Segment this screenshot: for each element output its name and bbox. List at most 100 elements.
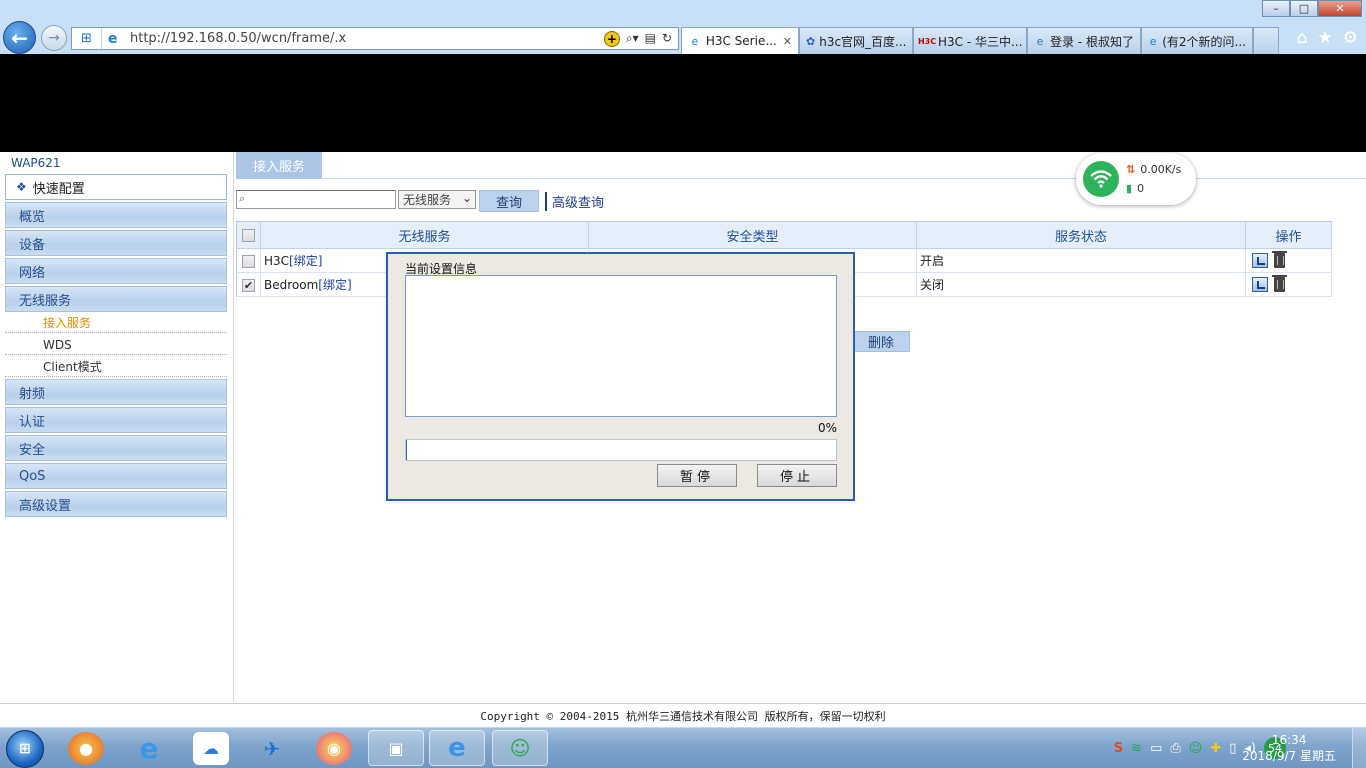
minimize-button[interactable]: –	[1262, 0, 1290, 17]
sidebar-item-security[interactable]: 安全	[5, 435, 227, 461]
progress-dialog: 当前设置信息 0% 暂停 停止	[386, 252, 855, 501]
tab-access-service[interactable]: 接入服务	[236, 152, 322, 179]
tab-close-icon[interactable]: ✕	[783, 35, 792, 48]
dialog-log-area[interactable]	[405, 275, 837, 417]
sogou-input-icon[interactable]: S	[1114, 741, 1123, 756]
remote-desktop-taskbar-button[interactable]: ▣	[368, 730, 424, 766]
wechat-taskbar-button[interactable]: ☺	[492, 730, 548, 766]
pause-button[interactable]: 暂停	[657, 464, 737, 487]
color-balls-app-icon[interactable]: ●	[68, 732, 104, 765]
battery-readout: ▮ 0	[1126, 182, 1145, 195]
tab-h3c-series[interactable]: e H3C Serie... ✕	[681, 27, 799, 54]
bind-link[interactable]: [绑定]	[318, 278, 351, 292]
advanced-query-link[interactable]: 高级查询	[545, 192, 604, 211]
row-actions	[1249, 275, 1331, 292]
address-bar[interactable]: ⊞ e http://192.168.0.50/wcn/frame/.x + ⌕…	[71, 27, 679, 50]
arrow-left-icon: ←	[11, 25, 28, 50]
main-tab-strip: 接入服务	[236, 152, 1366, 179]
tab-baidu[interactable]: ✿ h3c官网_百度...	[799, 27, 913, 54]
addon-tray-icon[interactable]: ✚	[1210, 741, 1221, 756]
chevron-down-icon: ⌄	[461, 191, 472, 205]
refresh-icon[interactable]: ↻	[662, 31, 672, 47]
start-button[interactable]: ⊞	[6, 730, 44, 768]
compat-view-icon[interactable]: ▤	[645, 31, 656, 47]
addon-plus-icon[interactable]: +	[603, 30, 620, 47]
window-controls: – □ ✕	[1262, 0, 1362, 17]
search-icon[interactable]: ⌕▾	[626, 31, 639, 47]
sidebar-item-network[interactable]: 网络	[5, 258, 227, 284]
taskbar: ⊞ ● e ☁ ✈ ◉ ▣ e ☺ S ≋ ▭ ⎙ ☺ ✚ ▯ ◂) 54 16…	[0, 727, 1366, 768]
diamond-icon: ❖	[16, 180, 27, 194]
sidebar-subitem-client-mode[interactable]: Client模式	[5, 357, 227, 377]
maximize-button[interactable]: □	[1290, 0, 1318, 17]
history-dropdown-icon[interactable]: ⊞	[72, 28, 102, 49]
stop-button[interactable]: 停止	[757, 464, 837, 487]
service-type-select[interactable]: 无线服务 ⌄	[398, 190, 476, 209]
row-checkbox[interactable]: ✔	[242, 278, 255, 292]
search-input[interactable]: ⌕	[236, 190, 396, 209]
wechat-tray-icon[interactable]: ☺	[1189, 741, 1203, 756]
browser-app-icon[interactable]: ◉	[316, 732, 352, 765]
forward-button[interactable]: →	[41, 25, 67, 51]
sidebar-item-wireless-service[interactable]: 无线服务	[5, 286, 227, 312]
row-select-cell	[236, 248, 261, 273]
device-tray-icon[interactable]: ▭	[1150, 741, 1162, 756]
battery-icon: ▮	[1126, 182, 1133, 195]
delete-button[interactable]: 删除	[852, 331, 910, 352]
arrow-right-icon: →	[48, 30, 60, 46]
settings-gear-icon[interactable]: ⚙	[1343, 28, 1358, 48]
address-tools: + ⌕▾ ▤ ↻	[603, 30, 678, 47]
show-desktop-button[interactable]	[1352, 728, 1366, 768]
clock[interactable]: 16:34 2018/9/7 星期五	[1242, 732, 1336, 764]
sidebar-item-authentication[interactable]: 认证	[5, 407, 227, 433]
sidebar-item-qos[interactable]: QoS	[5, 463, 227, 489]
col-service-status[interactable]: 服务状态	[916, 221, 1246, 249]
query-button[interactable]: 查询	[479, 190, 539, 212]
wechat-icon: ☺	[509, 736, 531, 760]
sidebar-item-device[interactable]: 设备	[5, 230, 227, 256]
close-button[interactable]: ✕	[1318, 0, 1362, 17]
col-wireless-service[interactable]: 无线服务	[260, 221, 589, 249]
tab-login[interactable]: e 登录 - 根叔知了	[1027, 27, 1141, 54]
ie-icon: e	[448, 733, 466, 763]
url-text[interactable]: http://192.168.0.50/wcn/frame/.x	[130, 31, 604, 46]
bird-app-icon[interactable]: ✈	[254, 732, 290, 765]
select-all-cell	[236, 221, 261, 249]
baidu-netdisk-icon[interactable]: ☁	[193, 732, 229, 765]
ie-icon: e	[1149, 34, 1157, 48]
col-security-type[interactable]: 安全类型	[588, 221, 917, 249]
edit-icon[interactable]	[1252, 253, 1268, 268]
bind-link[interactable]: [绑定]	[289, 254, 322, 268]
sidebar-item-advanced[interactable]: 高级设置	[5, 491, 227, 517]
ie-active-taskbar-button[interactable]: e	[429, 730, 485, 766]
ie-taskbar-icon[interactable]: e	[131, 732, 167, 765]
network-speed-widget[interactable]: ⇅ 0.00K/s ▮ 0	[1076, 153, 1196, 205]
tab-questions[interactable]: e (有2个新的问...	[1141, 27, 1253, 54]
battery-tray-icon[interactable]: ▯	[1229, 741, 1236, 756]
trash-icon[interactable]	[1272, 275, 1287, 292]
sidebar-item-radio[interactable]: 射频	[5, 379, 227, 405]
sidebar-item-overview[interactable]: 概览	[5, 202, 227, 228]
tab-h3c-huasan[interactable]: H3C H3C - 华三中...	[913, 27, 1027, 54]
remote-desktop-icon: ▣	[388, 738, 404, 758]
clock-time: 16:34	[1271, 733, 1307, 747]
sidebar-subitem-wds[interactable]: WDS	[5, 335, 227, 355]
row-actions	[1249, 251, 1331, 268]
home-icon[interactable]: ⌂	[1297, 28, 1308, 48]
new-tab-button[interactable]	[1253, 27, 1279, 54]
sidebar-subitem-access-service[interactable]: 接入服务	[5, 313, 227, 333]
printer-tray-icon[interactable]: ⎙	[1170, 741, 1180, 756]
select-all-checkbox[interactable]	[242, 228, 255, 242]
sidebar-item-quick-setup[interactable]: ❖ 快速配置	[5, 174, 227, 200]
trash-icon[interactable]	[1272, 251, 1287, 268]
edit-icon[interactable]	[1252, 277, 1268, 292]
back-button[interactable]: ←	[3, 21, 36, 54]
col-operations: 操作	[1245, 221, 1332, 249]
wifi-tray-icon[interactable]: ≋	[1131, 741, 1142, 756]
tab-strip: e H3C Serie... ✕ ✿ h3c官网_百度... H3C H3C -…	[681, 27, 1279, 54]
clock-date: 2018/9/7 星期五	[1242, 749, 1336, 763]
sidebar: WAP621 ❖ 快速配置 概览 设备 网络 无线服务 接入服务 WDS Cli…	[0, 152, 234, 702]
row-checkbox[interactable]	[242, 254, 255, 268]
wifi-signal-icon	[1090, 170, 1112, 188]
favorites-star-icon[interactable]: ★	[1318, 28, 1333, 48]
